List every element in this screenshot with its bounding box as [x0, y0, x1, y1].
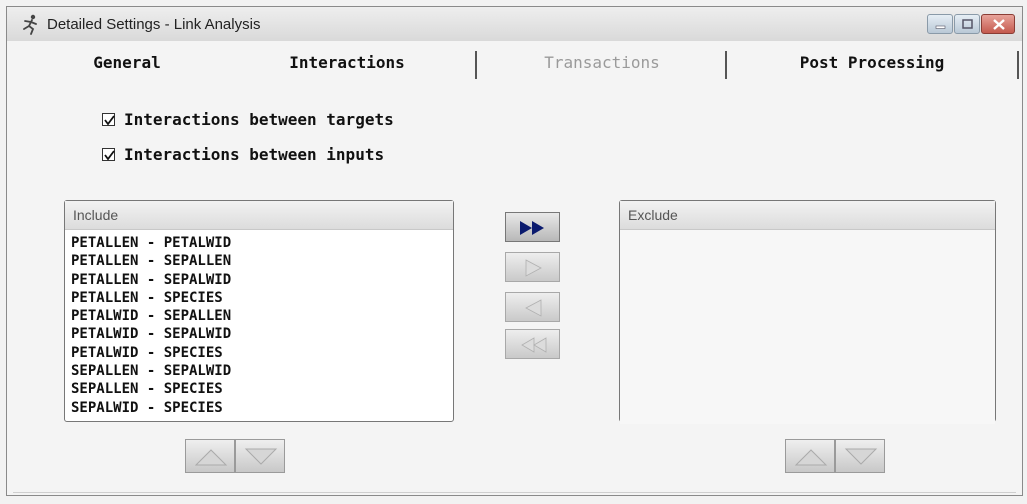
checkbox-label: Interactions between inputs — [124, 144, 385, 164]
move-all-right-button[interactable] — [505, 212, 560, 242]
minimize-button[interactable] — [927, 14, 953, 34]
close-button[interactable] — [981, 14, 1015, 34]
arrow-down-icon — [844, 448, 878, 465]
include-move-down-button[interactable] — [235, 439, 285, 473]
list-item[interactable]: SEPALLEN - SEPALWID — [71, 362, 447, 380]
list-item[interactable]: PETALWID - SPECIES — [71, 344, 447, 362]
double-arrow-left-icon — [521, 337, 547, 353]
include-move-up-button[interactable] — [185, 439, 235, 473]
arrow-left-icon — [525, 299, 542, 317]
tab-transactions: Transactions — [544, 53, 660, 72]
divider — [13, 492, 1016, 493]
interactions-between-targets-checkbox[interactable]: Interactions between targets — [102, 107, 394, 131]
list-item[interactable]: SEPALWID - SPECIES — [71, 399, 447, 417]
list-item[interactable]: PETALWID - SEPALLEN — [71, 307, 447, 325]
exclude-move-up-button[interactable] — [785, 439, 835, 473]
list-item[interactable]: PETALLEN - SEPALLEN — [71, 252, 447, 270]
maximize-button[interactable] — [954, 14, 980, 34]
list-item[interactable]: PETALLEN - PETALWID — [71, 234, 447, 252]
move-right-button[interactable] — [505, 252, 560, 282]
include-list[interactable]: PETALLEN - PETALWID PETALLEN - SEPALLEN … — [65, 230, 453, 417]
tab-post-processing[interactable]: Post Processing — [727, 47, 1017, 79]
checkmark-icon — [104, 114, 115, 125]
window-title: Detailed Settings - Link Analysis — [47, 16, 261, 33]
arrow-up-icon — [794, 449, 828, 466]
close-icon — [993, 19, 1005, 30]
move-left-button[interactable] — [505, 292, 560, 322]
double-arrow-right-icon — [520, 221, 544, 235]
checkbox-box[interactable] — [102, 112, 115, 126]
tab-general[interactable]: General — [57, 47, 197, 79]
exclude-list[interactable] — [620, 230, 995, 424]
list-item[interactable]: PETALLEN - SEPALWID — [71, 271, 447, 289]
checkmark-icon — [104, 149, 115, 160]
list-item[interactable]: SEPALLEN - SPECIES — [71, 380, 447, 398]
exclude-list-header: Exclude — [620, 201, 995, 230]
tab-interactions[interactable]: Interactions — [247, 47, 447, 79]
maximize-icon — [962, 19, 973, 29]
exclude-list-panel: Exclude — [619, 200, 996, 424]
detailed-settings-window: Detailed Settings - Link Analysis Genera… — [6, 6, 1023, 496]
arrow-right-icon — [525, 259, 542, 277]
arrow-up-icon — [194, 449, 228, 466]
exclude-move-down-button[interactable] — [835, 439, 885, 473]
include-list-header: Include — [65, 201, 453, 230]
list-item[interactable]: PETALWID - SEPALWID — [71, 325, 447, 343]
include-list-panel: Include PETALLEN - PETALWID PETALLEN - S… — [64, 200, 454, 422]
tab-divider — [1017, 51, 1019, 79]
title-bar: Detailed Settings - Link Analysis — [7, 7, 1022, 41]
checkbox-box[interactable] — [102, 147, 115, 161]
interactions-between-inputs-checkbox[interactable]: Interactions between inputs — [102, 142, 384, 166]
list-item[interactable]: PETALLEN - SPECIES — [71, 289, 447, 307]
running-figure-icon — [23, 14, 37, 35]
move-all-left-button[interactable] — [505, 329, 560, 359]
arrow-down-icon — [244, 448, 278, 465]
minimize-icon — [935, 25, 946, 29]
checkbox-label: Interactions between targets — [124, 109, 394, 129]
